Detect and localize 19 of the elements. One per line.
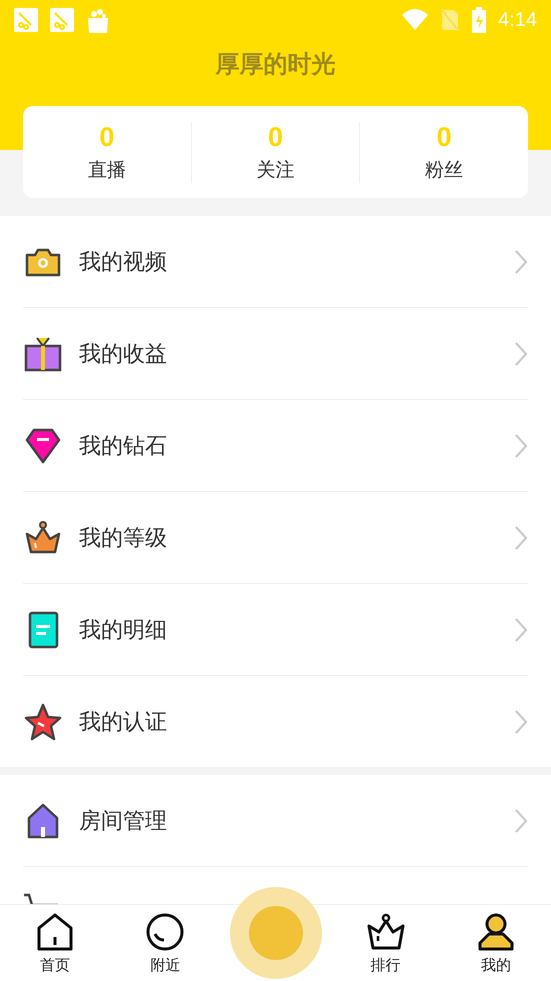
- menu-item[interactable]: 我的明细: [23, 583, 528, 675]
- profile-name: 厚厚的时光: [216, 49, 336, 80]
- stat-label: 关注: [256, 158, 294, 182]
- stat-label: 直播: [88, 158, 126, 182]
- menu-item[interactable]: 我的视频: [23, 216, 528, 307]
- menu-item[interactable]: 我的收益: [23, 307, 528, 399]
- tab-item[interactable]: 附近: [110, 905, 220, 981]
- stat-value: 0: [436, 122, 452, 152]
- tab-item[interactable]: 我的: [440, 905, 551, 981]
- stat-label: 粉丝: [425, 158, 464, 182]
- menu-item[interactable]: 我的等级: [23, 491, 528, 583]
- menu-item[interactable]: 我的认证: [23, 675, 528, 767]
- stat-value: 0: [268, 122, 284, 152]
- menu-item[interactable]: 我的钻石: [23, 399, 528, 491]
- stat-value: 0: [99, 122, 114, 152]
- menu-item[interactable]: 房间管理: [23, 775, 528, 866]
- tab-item[interactable]: 排行: [330, 905, 441, 981]
- status-time: 4:14: [498, 8, 537, 32]
- tab-item[interactable]: 首页: [0, 905, 110, 981]
